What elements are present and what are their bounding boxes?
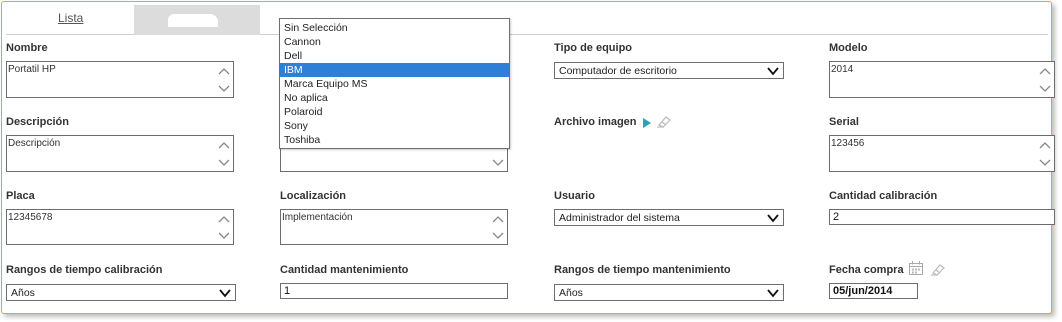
chevron-down-icon [767,66,779,76]
dropdown-option[interactable]: Marca Equipo MS [280,77,509,91]
dropdown-option[interactable]: Sony [280,119,509,133]
rangos-calibracion-select[interactable]: Años [6,284,236,301]
chevron-down-icon [767,213,779,223]
tipo-equipo-label: Tipo de equipo [554,42,633,54]
archivo-imagen-label: Archivo imagen [554,116,637,128]
rangos-mantenimiento-value: Años [559,287,583,299]
usuario-label: Usuario [554,190,595,202]
rangos-calibracion-value: Años [11,287,35,299]
eraser-icon[interactable] [930,262,946,276]
dropdown-option[interactable]: Cannon [280,35,509,49]
usuario-select[interactable]: Administrador del sistema [554,209,784,226]
serial-value: 123456 [831,138,865,149]
eraser-icon[interactable] [656,114,672,128]
chevron-down-icon[interactable] [492,158,504,168]
placa-value: 12345678 [8,212,53,223]
tipo-equipo-select[interactable]: Computador de escritorio [554,62,784,79]
chevron-up-icon[interactable] [1039,140,1051,150]
dropdown-option[interactable]: Dell [280,49,509,63]
tab-bar: Lista [6,5,1048,35]
chevron-down-icon[interactable] [218,158,230,168]
placa-field[interactable]: 12345678 [6,209,234,245]
nombre-field[interactable]: Portatil HP [6,61,234,98]
tab-lista[interactable]: Lista [58,11,83,25]
chevron-down-icon[interactable] [218,84,230,94]
cantidad-calibracion-label: Cantidad calibración [829,190,938,202]
localizacion-label: Localización [280,190,347,202]
rangos-mantenimiento-select[interactable]: Años [554,284,784,301]
dropdown-option[interactable]: Toshiba [280,133,509,147]
fecha-compra-value: 05/jun/2014 [833,285,893,297]
marca-dropdown-list[interactable]: Sin Selección Cannon Dell IBM Marca Equipo M… [279,18,510,149]
descripcion-value: Descripción [8,138,61,149]
nombre-value: Portatil HP [8,64,56,75]
dropdown-option[interactable]: Polaroid [280,105,509,119]
calendar-icon[interactable] [908,260,924,275]
serial-field[interactable]: 123456 [829,135,1055,172]
modelo-label: Modelo [829,42,868,54]
cantidad-mantenimiento-input[interactable]: 1 [280,283,508,299]
placa-label: Placa [6,190,35,202]
rangos-calibracion-label: Rangos de tiempo calibración [6,264,163,276]
nombre-label: Nombre [6,42,48,54]
chevron-down-icon[interactable] [1039,84,1051,94]
descripcion-field[interactable]: Descripción [6,135,234,172]
modelo-field[interactable]: 2014 [829,61,1055,98]
cantidad-mantenimiento-label: Cantidad mantenimiento [280,264,409,276]
chevron-up-icon[interactable] [218,214,230,224]
chevron-up-icon[interactable] [1039,66,1051,76]
fecha-compra-label: Fecha compra [829,264,904,276]
modelo-value: 2014 [831,64,854,75]
chevron-up-icon[interactable] [218,66,230,76]
tab-shape [168,14,218,27]
dropdown-option[interactable]: IBM [280,63,509,77]
chevron-up-icon[interactable] [492,214,504,224]
chevron-up-icon[interactable] [218,140,230,150]
fecha-compra-input[interactable]: 05/jun/2014 [829,283,918,299]
dropdown-option[interactable]: No aplica [280,91,509,105]
localizacion-field[interactable]: Implementación [280,209,508,245]
cantidad-calibracion-value: 2 [833,211,840,223]
descripcion-label: Descripción [6,116,69,128]
usuario-value: Administrador del sistema [559,212,680,224]
chevron-down-icon[interactable] [218,231,230,241]
chevron-down-icon[interactable] [492,231,504,241]
dropdown-option[interactable]: Sin Selección [280,21,509,35]
localizacion-value: Implementación [282,212,353,223]
chevron-down-icon[interactable] [1039,158,1051,168]
chevron-down-icon [767,288,779,298]
rangos-mantenimiento-label: Rangos de tiempo mantenimiento [554,264,731,276]
cantidad-mantenimiento-value: 1 [284,285,291,297]
chevron-down-icon [219,288,231,298]
tab-active[interactable] [134,5,260,35]
tipo-equipo-value: Computador de escritorio [559,65,677,77]
cantidad-calibracion-input[interactable]: 2 [829,209,1055,225]
serial-label: Serial [829,116,859,128]
